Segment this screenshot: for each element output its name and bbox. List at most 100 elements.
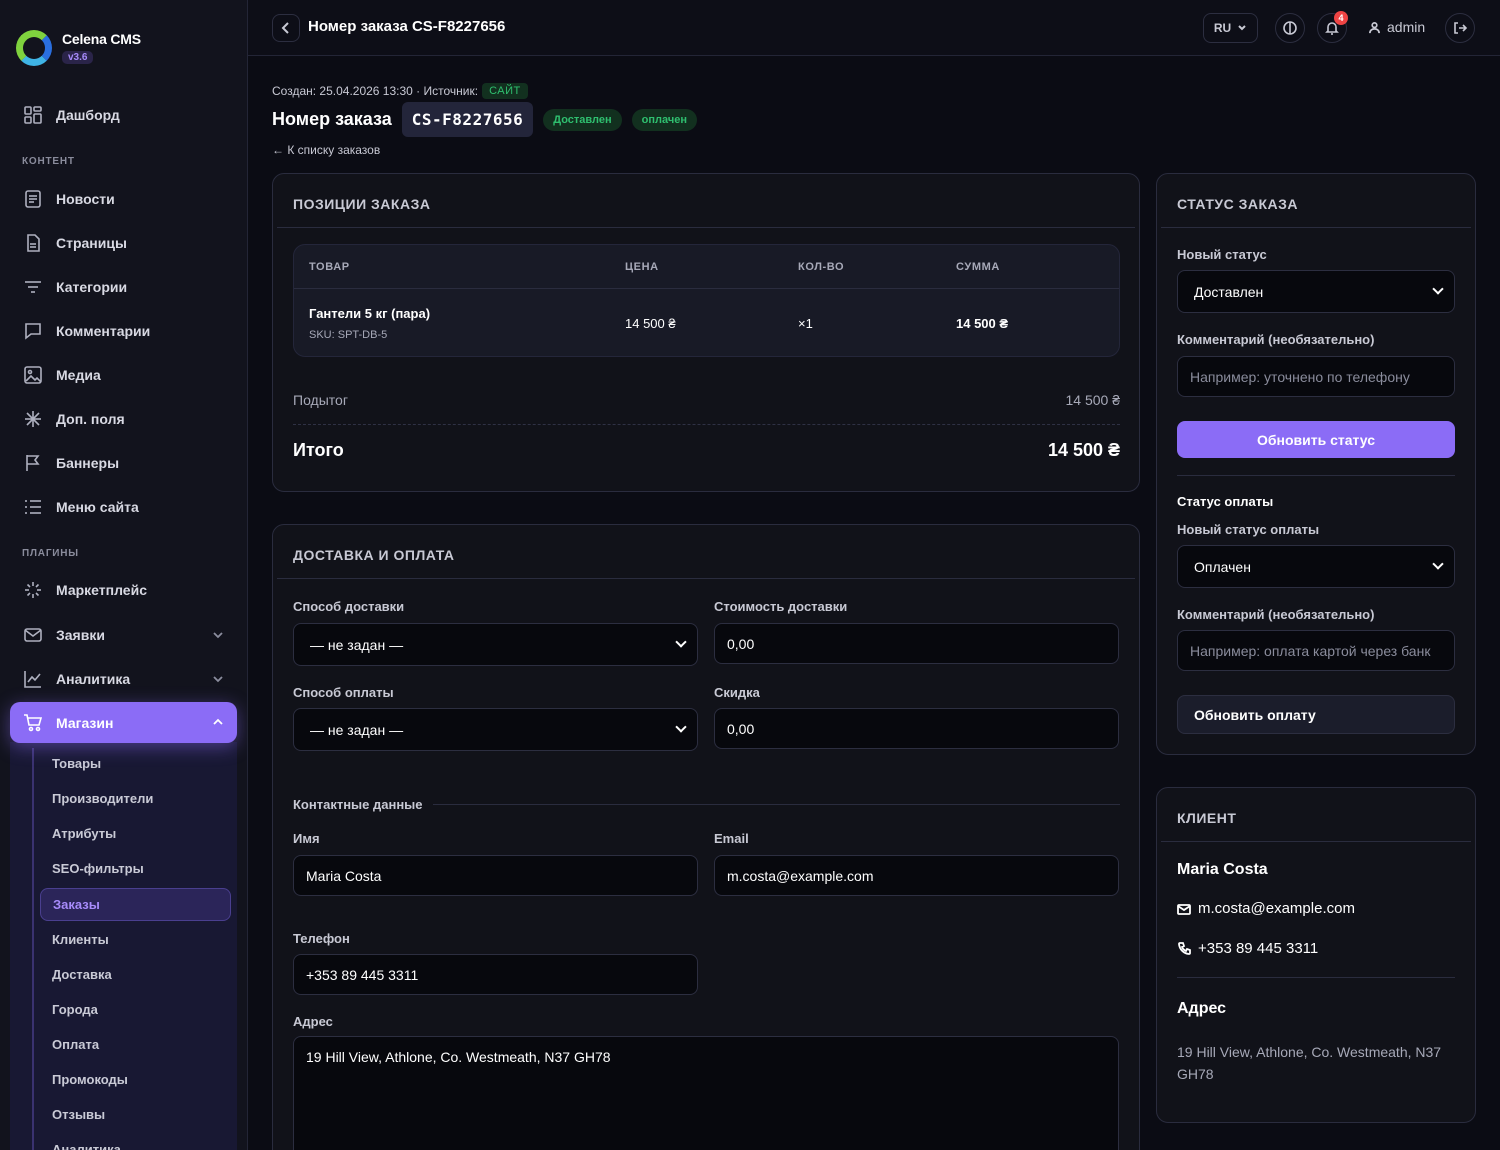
sidebar-item-requests[interactable]: Заявки [10,615,237,655]
divider [1161,841,1471,842]
back-to-orders-link[interactable]: ← К списку заказов [272,143,380,157]
submenu-item-orders[interactable]: Заказы [40,888,231,921]
delivery-cost-label: Стоимость доставки [714,599,848,614]
divider [432,804,1120,805]
sidebar-item-label: Меню сайта [56,499,139,515]
delivery-cost-input[interactable]: 0,00 [714,623,1119,664]
order-status-card: СТАТУС ЗАКАЗА Новый статус Доставлен Ком… [1156,173,1476,755]
submenu-item-clients[interactable]: Клиенты [40,923,231,956]
order-meta: Создан: 25.04.2026 13:30 · Источник: САЙ… [272,83,528,99]
divider [293,424,1120,425]
image-icon [23,365,43,385]
new-payment-select[interactable]: Оплачен [1177,545,1455,588]
column-header: СУММА [956,261,1000,273]
column-header: ЦЕНА [625,261,659,273]
contacts-label: Контактные данные [293,797,423,812]
app: Celena CMS v3.6 Дашборд КОНТЕНТ Новости … [0,0,1500,1150]
contrast-icon [1283,21,1297,35]
notifications-button[interactable]: 4 [1317,11,1348,43]
sidebar-item-shop[interactable]: Магазин [10,702,237,743]
page-icon [23,233,43,253]
sidebar-item-extra-fields[interactable]: Доп. поля [10,399,237,439]
version-badge: v3.6 [62,51,94,64]
sidebar-item-news[interactable]: Новости [10,179,237,219]
topbar: Номер заказа CS-F8227656 RU 4 admin [248,0,1500,56]
user-icon [1369,21,1380,33]
back-button[interactable] [272,14,300,42]
product-name: Гантели 5 кг (пара) [309,306,431,321]
divider [1161,227,1471,228]
theme-toggle-button[interactable] [1275,13,1305,43]
submenu-item-delivery[interactable]: Доставка [40,958,231,991]
sidebar-item-pages[interactable]: Страницы [10,223,237,263]
phone-label: Телефон [293,931,350,946]
chevron-down-icon [212,672,224,684]
submenu-item-payment[interactable]: Оплата [40,1028,231,1061]
submenu-item-products[interactable]: Товары [40,747,231,780]
sidebar-item-label: Аналитика [56,671,131,687]
flag-icon [23,453,43,473]
chevron-down-icon [212,628,224,640]
sidebar-item-media[interactable]: Медиа [10,355,237,395]
phone-input[interactable]: +353 89 445 3311 [293,954,698,995]
name-input[interactable]: Maria Costa [293,855,698,896]
sidebar-item-label: Баннеры [56,455,120,471]
brand[interactable]: Celena CMS v3.6 [16,30,141,66]
submenu-item-reviews[interactable]: Отзывы [40,1098,231,1131]
divider [294,288,1119,289]
delivery-method-select[interactable]: — не задан — [293,623,698,666]
email-label: Email [714,831,749,846]
logo-icon [16,30,52,66]
sidebar-item-comments[interactable]: Комментарии [10,311,237,351]
logout-icon [1454,22,1468,34]
loader-icon [23,580,43,600]
mail-icon [23,625,43,645]
client-name: Maria Costa [1177,861,1268,878]
address-label: Адрес [293,1014,333,1029]
filter-icon [23,277,43,297]
order-code: CS-F8227656 [401,102,534,137]
sidebar-item-banners[interactable]: Баннеры [10,443,237,483]
chevron-up-icon [212,715,224,727]
status-comment-input[interactable]: Например: уточнено по телефону [1177,356,1455,397]
column-header: КОЛ-ВО [798,261,845,273]
new-status-select[interactable]: Доставлен [1177,270,1455,313]
submenu-item-manufacturers[interactable]: Производители [40,782,231,815]
logout-button[interactable] [1445,13,1475,43]
chart-icon [23,669,43,689]
submenu-item-analytics[interactable]: Аналитика [40,1133,231,1150]
address-heading: Адрес [1177,1000,1227,1017]
section-label-plugins: ПЛАГИНЫ [22,548,79,559]
address-textarea[interactable]: 19 Hill View, Athlone, Co. Westmeath, N3… [293,1036,1119,1150]
source-badge: САЙТ [482,83,528,99]
update-payment-button[interactable]: Обновить оплату [1177,695,1455,734]
payment-method-select[interactable]: — не задан — [293,708,698,751]
email-input[interactable]: m.costa@example.com [714,855,1119,896]
sidebar-item-site-menu[interactable]: Меню сайта [10,487,237,527]
submenu-item-promocodes[interactable]: Промокоды [40,1063,231,1096]
order-created: Создан: 25.04.2026 13:30 · Источник: [272,84,479,98]
language-select[interactable]: RU [1203,13,1258,43]
client-email[interactable]: m.costa@example.com [1177,900,1355,917]
sidebar-item-label: Дашборд [56,107,120,123]
user-menu[interactable]: admin [1368,19,1425,35]
sidebar-item-marketplace[interactable]: Маркетплейс [10,570,237,610]
update-status-button[interactable]: Обновить статус [1177,421,1455,458]
payment-comment-input[interactable]: Например: оплата картой через банк [1177,630,1455,671]
sidebar-item-categories[interactable]: Категории [10,267,237,307]
submenu-item-cities[interactable]: Города [40,993,231,1026]
sidebar-item-dashboard[interactable]: Дашборд [10,95,237,135]
sparkle-icon [23,409,43,429]
sidebar-item-analytics[interactable]: Аналитика [10,659,237,699]
discount-input[interactable]: 0,00 [714,708,1119,749]
submenu-item-attributes[interactable]: Атрибуты [40,817,231,850]
total-label: Итого [293,440,344,460]
card-title: ПОЗИЦИИ ЗАКАЗА [293,196,431,212]
client-phone[interactable]: +353 89 445 3311 [1177,940,1318,957]
payment-comment-label: Комментарий (необязательно) [1177,607,1375,622]
status-badge: Доставлен [543,108,622,131]
submenu-line [32,748,34,1150]
card-title: ДОСТАВКА И ОПЛАТА [293,547,455,563]
sidebar-item-label: Магазин [56,714,114,731]
submenu-item-seo-filters[interactable]: SEO-фильтры [40,852,231,885]
